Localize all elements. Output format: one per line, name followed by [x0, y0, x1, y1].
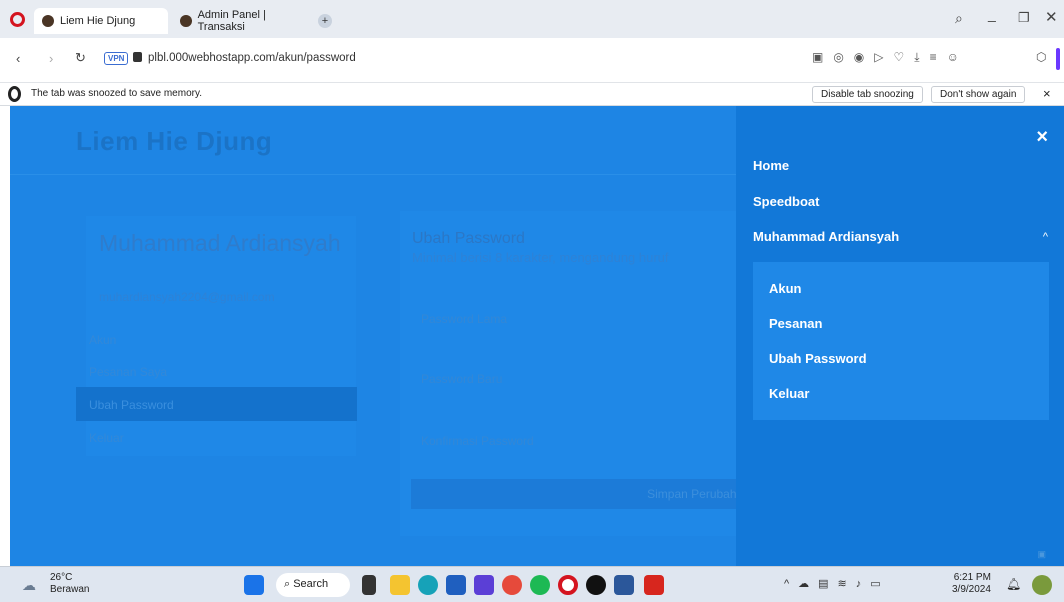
header-divider — [10, 174, 736, 175]
submenu-ubah-password[interactable]: Ubah Password — [769, 351, 867, 366]
left-menu-akun[interactable]: Akun — [89, 333, 116, 347]
spotify-icon[interactable] — [530, 575, 550, 595]
search-tabs-icon[interactable]: ⌕ — [955, 10, 963, 27]
form-title: Ubah Password — [412, 230, 525, 247]
chevron-up-icon[interactable]: ^ — [1043, 231, 1048, 243]
tab-admin-panel[interactable]: Admin Panel | Transaksi — [172, 8, 312, 34]
clock-date: 3/9/2024 — [952, 584, 991, 595]
app-avatar-icon[interactable] — [1032, 575, 1052, 595]
snooze-message: The tab was snoozed to save memory. — [31, 88, 203, 99]
close-window-icon[interactable]: ✕ — [1045, 8, 1058, 26]
cloud-icon: ☁ — [22, 577, 36, 593]
word-icon[interactable] — [614, 575, 634, 595]
old-password-field[interactable]: Password Lama — [411, 302, 731, 338]
profile-name: Muhammad Ardiansyah — [99, 230, 341, 256]
tab-label: Liem Hie Djung — [60, 15, 136, 27]
clock[interactable]: 6:21 PM 3/9/2024 — [952, 572, 991, 596]
opera-icon[interactable] — [558, 575, 578, 595]
snooze-infobar: The tab was snoozed to save memory. Disa… — [0, 83, 1064, 106]
vpn-badge[interactable]: VPN — [104, 52, 129, 65]
left-menu-pesanan-saya[interactable]: Pesanan Saya — [89, 365, 167, 379]
task-view-icon[interactable] — [362, 575, 376, 595]
forward-icon[interactable]: › — [49, 51, 53, 66]
favicon-icon — [180, 15, 192, 27]
address-bar: ‹ › ↻ VPN plbl.000webhostapp.com/akun/pa… — [0, 38, 1064, 83]
acrobat-icon[interactable] — [644, 575, 664, 595]
profile-email: muhardiansyah2204@gmail.com — [99, 290, 275, 304]
submenu-akun[interactable]: Akun — [769, 281, 802, 296]
edge-icon[interactable] — [418, 575, 438, 595]
favicon-icon — [42, 15, 54, 27]
tab-liem-hie-djung[interactable]: Liem Hie Djung — [34, 8, 168, 34]
windows-taskbar: ☁ 26°C Berawan ⌕ Search ^☁▤≋♪▭ 6:21 PM 3… — [0, 566, 1064, 602]
confirm-password-field[interactable]: Konfirmasi Password — [411, 424, 731, 460]
nav-user-dropdown[interactable]: Muhammad Ardiansyah — [753, 229, 899, 244]
tray-icons[interactable]: ^☁▤≋♪▭ — [784, 577, 890, 590]
url-field[interactable]: plbl.000webhostapp.com/akun/password — [148, 52, 356, 64]
sidebar-accent — [1056, 48, 1060, 70]
restore-icon[interactable]: ❐ — [1018, 10, 1030, 26]
search-icon: ⌕ — [284, 578, 294, 590]
search-label: Search — [293, 578, 329, 590]
extensions-icon[interactable]: ⬡ — [1036, 50, 1046, 64]
site-title[interactable]: Liem Hie Djung — [76, 126, 272, 157]
store-icon[interactable] — [446, 575, 466, 595]
minimize-icon[interactable]: _ — [988, 6, 996, 22]
new-password-field[interactable]: Password Baru — [411, 362, 731, 398]
close-infobar-icon[interactable]: × — [1043, 86, 1051, 101]
new-tab-button[interactable]: + — [318, 14, 332, 28]
left-menu-ubah-password[interactable]: Ubah Password — [89, 398, 174, 412]
clock-time: 6:21 PM — [953, 572, 991, 583]
nav-overlay-panel: × Home Speedboat Muhammad Ardiansyah ^ A… — [736, 106, 1064, 566]
notification-bell-icon[interactable]: 🔔︎ — [1006, 577, 1021, 591]
broken-image-icon: ▣ — [1037, 549, 1046, 559]
tab-label: Admin Panel | Transaksi — [197, 9, 266, 33]
close-menu-icon[interactable]: × — [1036, 126, 1048, 149]
back-icon[interactable]: ‹ — [16, 51, 20, 66]
weather-temp: 26°C — [50, 572, 73, 583]
editor-icon[interactable] — [474, 575, 494, 595]
chrome-icon[interactable] — [502, 575, 522, 595]
form-subtitle: Minimal berisi 8 karakter, mengandung hu… — [412, 250, 669, 265]
toolbar-icons[interactable]: ▣◎◉▷♡⤓≡☺ — [812, 50, 969, 65]
page-content: Liem Hie Djung Muhammad Ardiansyah muhar… — [10, 106, 1064, 566]
opera-o-icon — [8, 86, 21, 102]
browser-tab-strip: Liem Hie Djung Admin Panel | Transaksi +… — [0, 0, 1064, 38]
nav-home[interactable]: Home — [753, 158, 789, 173]
dont-show-again-button[interactable]: Don't show again — [931, 86, 1026, 103]
reload-icon[interactable]: ↻ — [75, 50, 86, 66]
taskbar-search[interactable]: ⌕ Search — [276, 573, 350, 597]
nav-speedboat[interactable]: Speedboat — [753, 194, 819, 209]
weather-condition: Berawan — [50, 584, 90, 595]
weather-widget[interactable]: 26°C Berawan — [50, 572, 89, 596]
submenu-pesanan[interactable]: Pesanan — [769, 316, 822, 331]
lock-icon — [133, 52, 142, 62]
submenu-keluar[interactable]: Keluar — [769, 386, 809, 401]
file-explorer-icon[interactable] — [390, 575, 410, 595]
tiktok-icon[interactable] — [586, 575, 606, 595]
opera-logo-icon[interactable] — [10, 12, 25, 27]
disable-snoozing-button[interactable]: Disable tab snoozing — [812, 86, 923, 103]
start-windows-icon[interactable] — [244, 575, 264, 595]
left-menu-keluar[interactable]: Keluar — [89, 431, 124, 445]
